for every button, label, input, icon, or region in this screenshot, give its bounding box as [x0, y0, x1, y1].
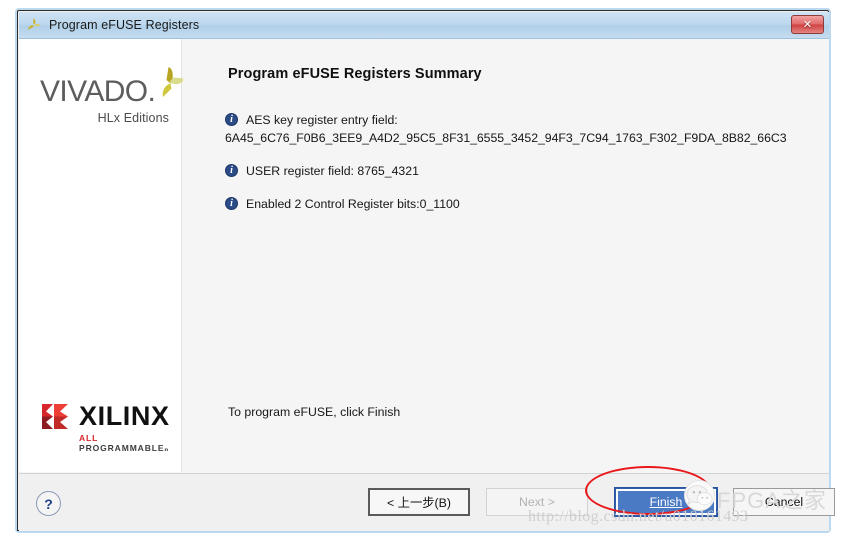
- info-icon: i: [225, 113, 238, 126]
- vivado-wordmark: VIVADO: [40, 75, 148, 108]
- xilinx-logo: XILINX ALL PROGRAMMABLEₙ: [41, 403, 181, 454]
- xilinx-tagline: ALL PROGRAMMABLEₙ: [79, 433, 181, 454]
- aes-key-value: 6A45_6C76_F0B6_3EE9_A4D2_95C5_8F31_6555_…: [225, 131, 787, 145]
- info-label: AES key register entry field:: [246, 113, 398, 127]
- dialog-footer: ? < 上一步(B) Next > Finish Cancel: [19, 473, 835, 531]
- xilinx-tagline-rest: PROGRAMMABLEₙ: [79, 443, 170, 453]
- vivado-logo: VIVADO. HLx Editions: [40, 67, 185, 125]
- title-bar[interactable]: Program eFUSE Registers ✕: [19, 12, 829, 39]
- dialog-window: Program eFUSE Registers ✕ VIVADO. HLx Ed…: [17, 10, 835, 531]
- info-label: USER register field: 8765_4321: [246, 164, 419, 178]
- page-title: Program eFUSE Registers Summary: [228, 66, 482, 82]
- finish-button[interactable]: Finish: [615, 488, 717, 516]
- next-button[interactable]: Next >: [486, 488, 588, 516]
- cancel-button[interactable]: Cancel: [733, 488, 835, 516]
- finish-button-label: Finish: [649, 495, 683, 509]
- window-title: Program eFUSE Registers: [49, 18, 200, 32]
- close-icon[interactable]: ✕: [791, 15, 824, 34]
- next-button-label: Next >: [519, 495, 555, 509]
- list-item: i Enabled 2 Control Register bits:0_1100: [225, 196, 825, 212]
- info-label: Enabled 2 Control Register bits:0_1100: [246, 197, 460, 211]
- list-item: i USER register field: 8765_4321: [225, 163, 825, 179]
- vivado-flower-icon: [26, 17, 42, 33]
- branding-sidebar: VIVADO. HLx Editions XILINX ALL PROGRAMM…: [19, 39, 185, 472]
- vivado-subtitle: HLx Editions: [97, 111, 169, 125]
- main-content: Program eFUSE Registers Summary i AES ke…: [183, 39, 829, 472]
- finish-hint-text: To program eFUSE, click Finish: [228, 405, 401, 419]
- help-button[interactable]: ?: [36, 491, 61, 516]
- vivado-leaf-icon: [151, 65, 187, 99]
- dialog-body: VIVADO. HLx Editions XILINX ALL PROGRAMM…: [19, 39, 835, 531]
- list-item: i AES key register entry field: 6A45_6C7…: [225, 112, 825, 146]
- xilinx-wordmark: XILINX: [79, 401, 170, 431]
- xilinx-tagline-all: ALL: [79, 433, 99, 443]
- cancel-button-label: Cancel: [764, 495, 804, 509]
- summary-info-list: i AES key register entry field: 6A45_6C7…: [225, 112, 825, 223]
- screenshot-root: Program eFUSE Registers ✕ VIVADO. HLx Ed…: [0, 0, 847, 545]
- xilinx-x-icon: [41, 403, 70, 430]
- info-icon: i: [225, 197, 238, 210]
- info-icon: i: [225, 164, 238, 177]
- back-button-label: < 上一步(B): [387, 496, 451, 510]
- back-button[interactable]: < 上一步(B): [368, 488, 470, 516]
